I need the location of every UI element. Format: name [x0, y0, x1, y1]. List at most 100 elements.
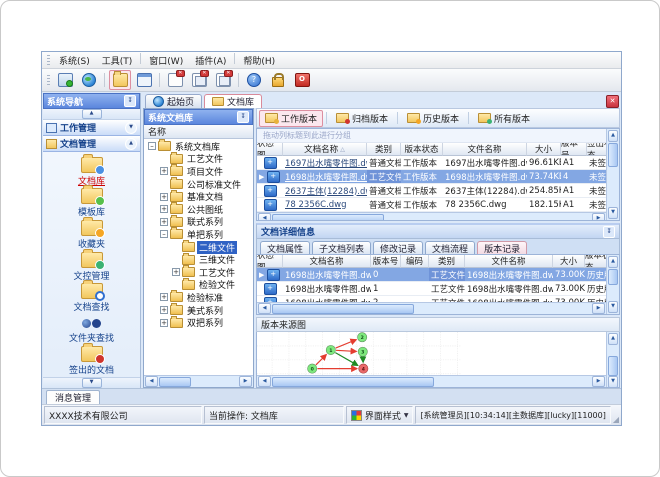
menu-item-1[interactable]: 系统(S) — [53, 53, 96, 68]
scroll-down-icon[interactable]: ▼ — [608, 207, 618, 219]
column-header-文档名称[interactable]: 文档名称 — [283, 255, 371, 268]
table-row[interactable]: +1698出水嘴零件图.dwg 1 工艺文件 1698出水嘴零件图.dwg 73.00K… — [257, 282, 606, 296]
scroll-left-icon[interactable]: ◀ — [145, 376, 158, 387]
workspace-button[interactable] — [133, 70, 155, 90]
sidebar-group-1[interactable]: 工作管理 ▼ — [43, 120, 140, 136]
scroll-thumb[interactable] — [272, 303, 414, 314]
button-所有版本[interactable]: 所有版本 — [472, 110, 536, 127]
pin-icon[interactable]: ↧ — [603, 225, 615, 238]
tree-node-三维文件[interactable]: 三维文件 — [144, 252, 253, 266]
scroll-right-icon[interactable]: ▶ — [239, 376, 252, 387]
chevron-down-icon[interactable]: ▼ — [125, 121, 137, 134]
lower-grid-vscrollbar[interactable]: ▲ ▼ — [606, 255, 619, 314]
expand-plus-icon[interactable]: + — [172, 268, 180, 277]
column-header-文件名称[interactable]: 文件名称 — [443, 143, 527, 156]
column-header-类别[interactable]: 类别 — [429, 255, 465, 268]
tree-node-公司标准文件[interactable]: 公司标准文件 — [144, 177, 253, 191]
expand-plus-icon[interactable]: + — [160, 217, 168, 226]
table-row[interactable]: +78 2356C.dwg 普通文档工作版本 78 2356C.dwg 182.15K… — [257, 198, 606, 212]
docs-close-button[interactable] — [188, 70, 210, 90]
tab-文档库[interactable]: 文档库 — [204, 94, 263, 108]
expand-plus-icon[interactable]: + — [160, 318, 168, 327]
column-header-编码[interactable]: 编码 — [401, 255, 429, 268]
sidebar-group-2[interactable]: 文档管理 ▲ — [43, 136, 140, 152]
sidebar-item-文控管理[interactable]: 文控管理 — [47, 248, 137, 283]
table-row[interactable]: ▶ +1698出水嘴零件图.dwg 0 工艺文件 1698出水嘴零件图.dwg 73.00… — [257, 268, 606, 282]
button-工作版本[interactable]: 工作版本 — [259, 109, 324, 127]
scroll-thumb[interactable] — [608, 269, 618, 285]
tree-node-检验文件[interactable]: 检验文件 — [144, 277, 253, 291]
menu-item-5[interactable]: 帮助(H) — [237, 53, 281, 68]
tree-node-联式系列[interactable]: + 联式系列 — [144, 214, 253, 228]
exit-button[interactable] — [291, 70, 313, 90]
close-icon[interactable]: ✕ — [606, 95, 619, 108]
collapse-minus-icon[interactable]: – — [148, 142, 156, 151]
pin-icon[interactable]: ↧ — [124, 95, 136, 107]
sidebar-item-签出的文档[interactable]: 签出的文档 — [47, 343, 137, 377]
scroll-thumb[interactable] — [608, 356, 618, 376]
column-header-版本状态[interactable]: 版本状态 — [585, 255, 606, 268]
scroll-left-icon[interactable]: ◀ — [258, 376, 271, 387]
tree-hscrollbar[interactable]: ◀ ▶ — [144, 375, 253, 387]
table-row[interactable]: +2637主体(12284).dwg普通文档工作版本2637主体(12284).… — [257, 184, 606, 198]
tree-node-单把系列[interactable]: – 单把系列 — [144, 227, 253, 241]
chevron-up-icon[interactable]: ▲ — [81, 109, 102, 119]
menu-item-4[interactable]: 插件(A) — [189, 53, 232, 68]
table-row[interactable]: +1697出水嘴零件图.dwg普通文档工作版本1697出水嘴零件图.dwg96.… — [257, 156, 606, 170]
globe-button[interactable] — [78, 70, 100, 90]
tree-node-双把系列[interactable]: + 双把系列 — [144, 315, 253, 329]
column-header-版本状态[interactable]: 版本状态 — [401, 143, 443, 156]
button-归档版本[interactable]: 归档版本 — [330, 110, 394, 127]
tab-文档流程[interactable]: 文档流程 — [425, 241, 476, 255]
desktop-button[interactable] — [54, 70, 76, 90]
column-header-类别[interactable]: 类别 — [367, 143, 401, 156]
scroll-up-icon[interactable]: ▲ — [608, 333, 618, 345]
scroll-thumb[interactable] — [272, 376, 434, 387]
column-header-文件名称[interactable]: 文件名称 — [465, 255, 553, 268]
pin-icon[interactable]: ↧ — [237, 111, 249, 123]
resize-grip[interactable]: ◢ — [613, 416, 619, 424]
tab-版本记录[interactable]: 版本记录 — [477, 241, 528, 255]
tree-node-美式系列[interactable]: + 美式系列 — [144, 303, 253, 317]
scroll-right-icon[interactable]: ▶ — [592, 376, 605, 387]
column-header-版本号[interactable]: 版本号 — [371, 255, 401, 268]
scroll-up-icon[interactable]: ▲ — [608, 256, 618, 268]
table-row[interactable]: ▶+1698出水嘴零件图.dwg工艺文件工作版本1698出水嘴零件图.dwg73… — [257, 170, 606, 184]
tree-node-工艺文件[interactable]: 工艺文件 — [144, 151, 253, 165]
scroll-up-icon[interactable]: ▲ — [608, 130, 618, 142]
upper-grid-hscrollbar[interactable]: ◀ ▶ — [257, 212, 606, 220]
expand-plus-icon[interactable]: + — [160, 167, 168, 176]
graph-vscrollbar[interactable]: ▲ ▼ — [606, 332, 619, 388]
scroll-down-icon[interactable]: ▼ — [608, 376, 618, 388]
column-header-签出状态[interactable]: 签出状态 — [587, 143, 606, 156]
chevron-up-icon[interactable]: ▲ — [125, 137, 137, 150]
sidebar-item-模板库[interactable]: 模板库 — [47, 185, 137, 220]
sidebar-item-文档查找[interactable]: 文档查找 — [47, 280, 137, 314]
scroll-right-icon[interactable]: ▶ — [592, 213, 605, 220]
lower-grid-hscrollbar[interactable]: ◀ ▶ — [257, 302, 606, 314]
scroll-left-icon[interactable]: ◀ — [258, 303, 271, 314]
tree-node-项目文件[interactable]: + 项目文件 — [144, 164, 253, 178]
tree-node-工艺文件[interactable]: + 工艺文件 — [144, 265, 253, 279]
column-header-文档名称[interactable]: 文档名称 △ — [283, 143, 367, 156]
column-header-状态图[interactable]: 状态图 — [257, 143, 283, 156]
menu-item-3[interactable]: 窗口(W) — [143, 53, 189, 68]
tree-column-header[interactable]: 名称 — [144, 125, 253, 139]
scroll-thumb[interactable] — [159, 376, 191, 387]
tree-node-基准文档[interactable]: + 基准文档 — [144, 189, 253, 203]
column-header-状态图[interactable]: 状态图 — [257, 255, 283, 268]
tree-node-检验标准[interactable]: + 检验标准 — [144, 290, 253, 304]
tree-node-系统文档库[interactable]: – 系统文档库 — [144, 139, 253, 153]
version-graph-canvas[interactable]: 0 1 2 3 4 — [257, 332, 606, 375]
group-by-band[interactable]: 拖动列标题到此进行分组 — [257, 129, 606, 143]
scroll-thumb[interactable] — [272, 213, 384, 220]
scroll-down-icon[interactable]: ▼ — [608, 301, 618, 313]
column-header-版本号[interactable]: 版本号 — [561, 143, 587, 156]
expand-plus-icon[interactable]: + — [160, 293, 168, 302]
tab-message-manager[interactable]: 消息管理 — [46, 390, 101, 404]
tree-node-公共图纸[interactable]: + 公共图纸 — [144, 202, 253, 216]
graph-hscrollbar[interactable]: ◀ ▶ — [257, 375, 606, 387]
ui-style-selector[interactable]: 界面样式 ▼ — [345, 406, 414, 424]
expand-plus-icon[interactable]: + — [160, 306, 168, 315]
doc-close-button[interactable] — [164, 70, 186, 90]
